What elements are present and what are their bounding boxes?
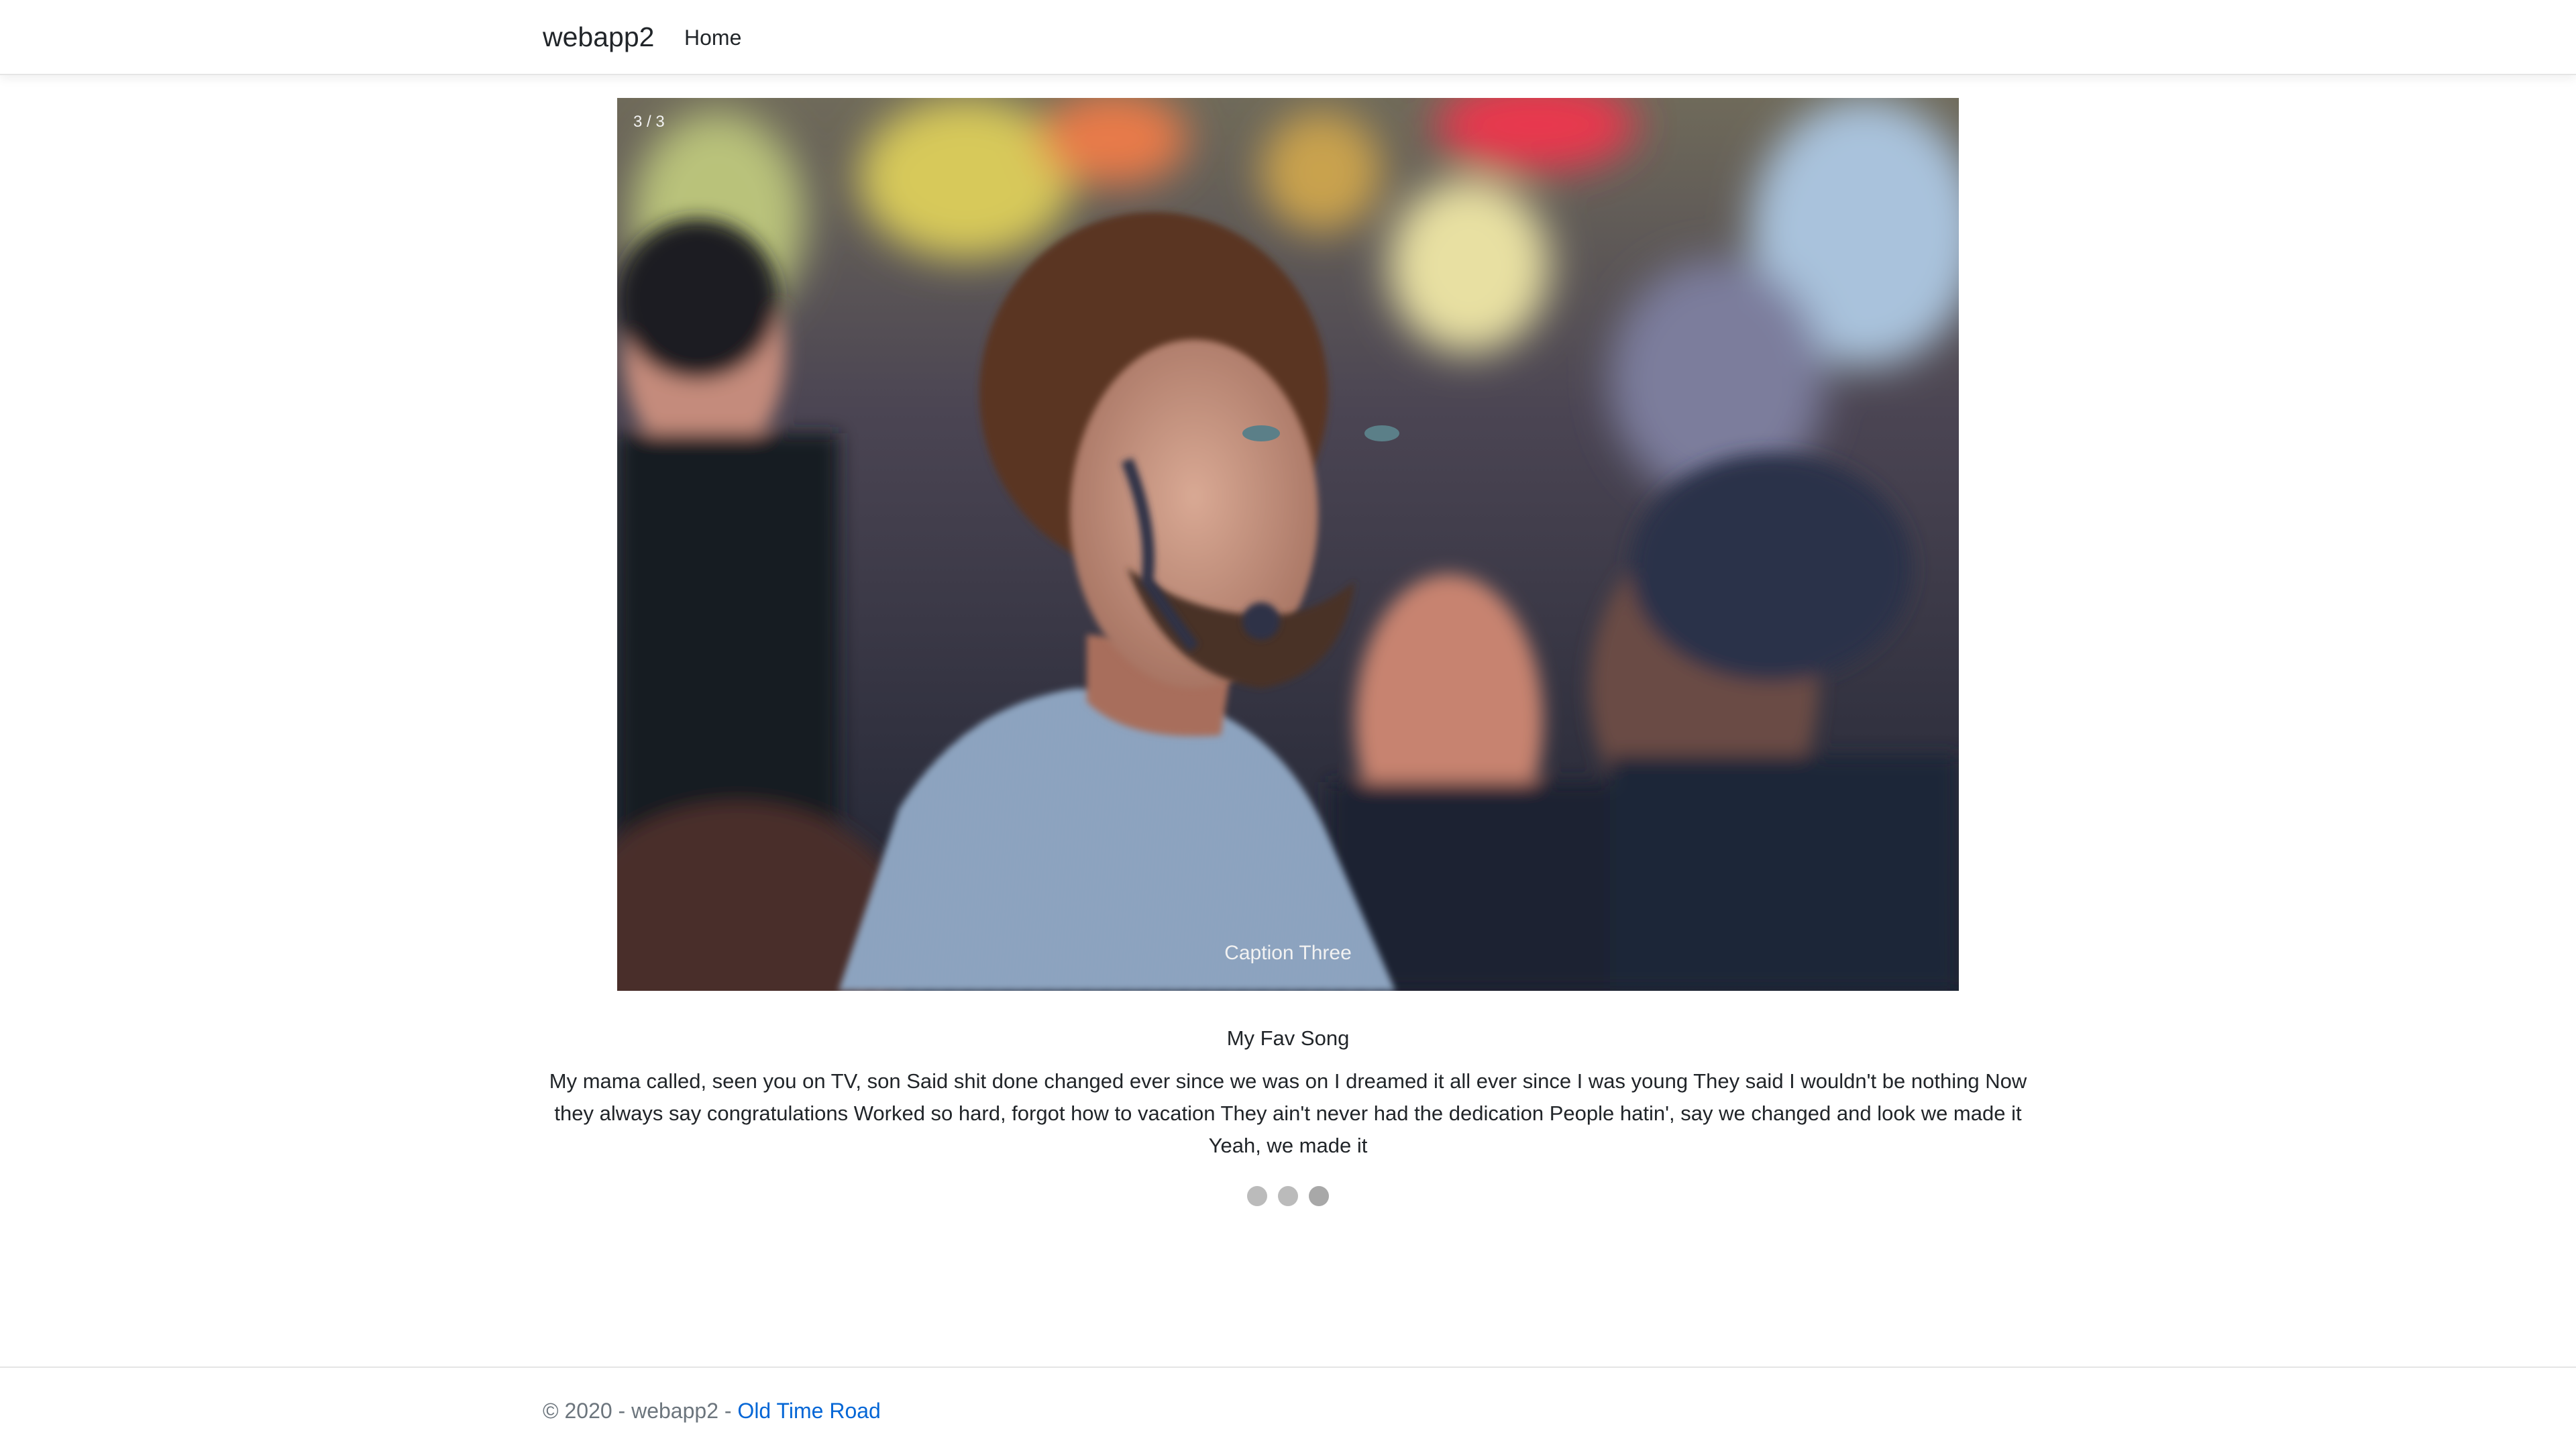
slide-photo <box>617 98 1959 991</box>
footer-link[interactable]: Old Time Road <box>737 1399 880 1423</box>
slide-dots <box>0 1186 2576 1206</box>
footer-text: © 2020 - webapp2 - Old Time Road <box>543 1396 881 1426</box>
song-lyrics: My mama called, seen you on TV, son Said… <box>549 1069 2027 1157</box>
navbar: webapp2 Home <box>0 0 2576 75</box>
nav-home-link[interactable]: Home <box>684 23 741 52</box>
brand-link[interactable]: webapp2 <box>543 20 654 54</box>
slide-dot-3[interactable] <box>1309 1186 1329 1206</box>
slide-dot-2[interactable] <box>1278 1186 1298 1206</box>
slide-caption: Caption Three <box>1224 942 1352 964</box>
footer: © 2020 - webapp2 - Old Time Road <box>0 1366 2576 1449</box>
slide-number: 3 / 3 <box>633 113 665 131</box>
slideshow: 3 / 3 Caption Three <box>617 98 1959 991</box>
song-title: My Fav Song <box>1226 1026 1350 1050</box>
slide-dot-1[interactable] <box>1247 1186 1267 1206</box>
page: webapp2 Home 3 / 3 Caption Three My Fav … <box>0 0 2576 1449</box>
footer-copyright: © 2020 - webapp2 - <box>543 1399 738 1423</box>
